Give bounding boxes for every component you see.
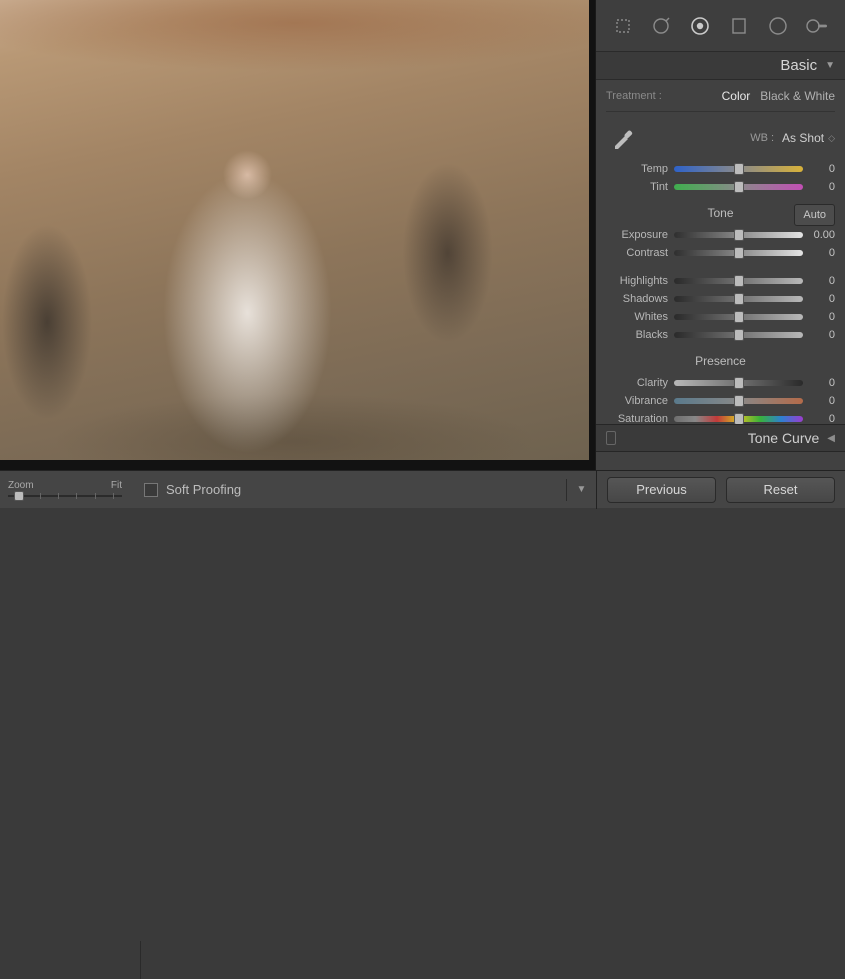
exposure-value[interactable]: 0.00: [809, 229, 835, 241]
vibrance-label: Vibrance: [606, 395, 668, 407]
clarity-slider[interactable]: [674, 380, 803, 386]
tint-label: Tint: [606, 181, 668, 193]
tint-slider[interactable]: [674, 184, 803, 190]
graduated-filter-tool-icon[interactable]: [725, 12, 753, 40]
zoom-control: Zoom Fit: [0, 480, 130, 499]
spot-removal-tool-icon[interactable]: [647, 12, 675, 40]
vibrance-value[interactable]: 0: [809, 395, 835, 407]
saturation-value[interactable]: 0: [809, 413, 835, 424]
white-balance-eyedropper-icon[interactable]: [606, 121, 640, 155]
exposure-label: Exposure: [606, 229, 668, 241]
zoom-fit-label[interactable]: Fit: [111, 480, 122, 491]
contrast-slider[interactable]: [674, 250, 803, 256]
auto-tone-button[interactable]: Auto: [794, 204, 835, 226]
temp-label: Temp: [606, 163, 668, 175]
treatment-label: Treatment :: [606, 90, 662, 102]
tone-curve-title: Tone Curve: [748, 430, 820, 446]
panel-expand-icon: ◀: [827, 433, 835, 444]
saturation-label: Saturation: [606, 413, 668, 424]
presence-section-title: Presence: [606, 352, 835, 370]
shadows-label: Shadows: [606, 293, 668, 305]
wb-value: As Shot: [782, 131, 824, 145]
basic-panel-header[interactable]: Basic ▼: [596, 52, 845, 80]
temp-value[interactable]: 0: [809, 163, 835, 175]
exposure-slider[interactable]: [674, 232, 803, 238]
clarity-value[interactable]: 0: [809, 377, 835, 389]
toolbar-disclosure-icon[interactable]: ▼: [566, 479, 588, 501]
treatment-color[interactable]: Color: [722, 89, 751, 103]
reset-button[interactable]: Reset: [726, 477, 835, 503]
basic-panel-body: Treatment : Color Black & White WB : As …: [596, 80, 845, 424]
treatment-bw[interactable]: Black & White: [760, 89, 835, 103]
image-preview-area[interactable]: [0, 0, 596, 470]
hsl-panel-peek: [596, 452, 845, 470]
clarity-label: Clarity: [606, 377, 668, 389]
tone-curve-panel-header[interactable]: Tone Curve ◀: [596, 424, 845, 452]
previous-button[interactable]: Previous: [607, 477, 716, 503]
radial-filter-tool-icon[interactable]: [764, 12, 792, 40]
redeye-tool-icon[interactable]: [686, 12, 714, 40]
blacks-value[interactable]: 0: [809, 329, 835, 341]
temp-slider[interactable]: [674, 166, 803, 172]
panel-toggle-switch-icon[interactable]: [606, 431, 616, 445]
blacks-slider[interactable]: [674, 332, 803, 338]
panel-title: Basic: [780, 57, 817, 74]
adjustment-brush-tool-icon[interactable]: [803, 12, 831, 40]
wb-preset-select[interactable]: As Shot ◇: [782, 131, 835, 145]
saturation-slider[interactable]: [674, 416, 803, 422]
contrast-value[interactable]: 0: [809, 247, 835, 259]
tool-strip: [596, 0, 845, 52]
soft-proofing-checkbox[interactable]: [144, 483, 158, 497]
vibrance-slider[interactable]: [674, 398, 803, 404]
shadows-value[interactable]: 0: [809, 293, 835, 305]
panel-collapse-icon: ▼: [825, 60, 835, 71]
bottom-toolbar: Zoom Fit Soft Proofing ▼ Previous Reset: [0, 470, 845, 508]
dropdown-caret-icon: ◇: [828, 133, 835, 144]
zoom-slider[interactable]: [8, 493, 122, 499]
crop-tool-icon[interactable]: [610, 13, 636, 39]
blacks-label: Blacks: [606, 329, 668, 341]
tint-value[interactable]: 0: [809, 181, 835, 193]
highlights-value[interactable]: 0: [809, 275, 835, 287]
wb-label: WB :: [750, 132, 774, 144]
contrast-label: Contrast: [606, 247, 668, 259]
zoom-label: Zoom: [8, 480, 34, 491]
develop-panel: Basic ▼ Treatment : Color Black & White …: [596, 0, 845, 470]
whites-value[interactable]: 0: [809, 311, 835, 323]
highlights-label: Highlights: [606, 275, 668, 287]
tone-section-title: Tone Auto: [606, 204, 835, 222]
shadows-slider[interactable]: [674, 296, 803, 302]
soft-proofing-label: Soft Proofing: [166, 482, 241, 497]
highlights-slider[interactable]: [674, 278, 803, 284]
photo-preview: [0, 0, 589, 460]
whites-label: Whites: [606, 311, 668, 323]
whites-slider[interactable]: [674, 314, 803, 320]
